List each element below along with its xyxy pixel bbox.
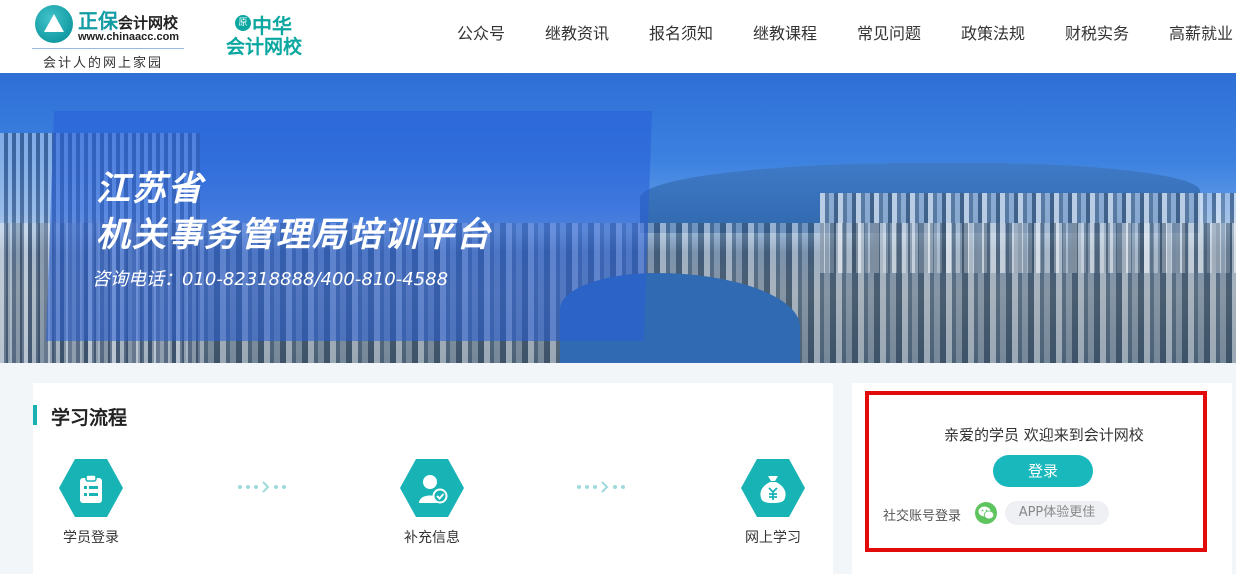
nav-item-faq[interactable]: 常见问题 (857, 20, 921, 44)
hero-banner: 江苏省 机关事务管理局培训平台 咨询电话：010-82318888/400-81… (0, 73, 1236, 363)
user-check-icon (400, 459, 464, 517)
banner-phone: 咨询电话：010-82318888/400-810-4588 (92, 269, 449, 290)
clipboard-icon (59, 459, 123, 517)
step-online-study[interactable]: 网上学习 (723, 459, 823, 559)
learning-process-card: 学习流程 学员登录 补充信息 网上学习 (33, 383, 833, 574)
section-title: 学习流程 (51, 407, 128, 429)
social-login-label: 社交账号登录 (883, 509, 962, 524)
nav-item-policy[interactable]: 政策法规 (961, 20, 1025, 44)
dotted-arrow-icon (577, 481, 625, 493)
login-button[interactable]: 登录 (993, 455, 1093, 487)
logo-slogan: 会计人的网上家园 (43, 56, 164, 71)
step-label: 学员登录 (63, 530, 119, 546)
welcome-text: 亲爱的学员 欢迎来到会计网校 (944, 426, 1144, 444)
banner-title-platform: 机关事务管理局培训平台 (96, 215, 492, 255)
money-bag-icon (741, 459, 805, 517)
section-title-bar (33, 405, 37, 425)
step-label: 补充信息 (404, 530, 460, 546)
logo-divider (32, 48, 184, 49)
nav-item-news[interactable]: 继教资讯 (545, 20, 609, 44)
nav-item-tax[interactable]: 财税实务 (1065, 20, 1129, 44)
app-download-pill[interactable]: APP体验更佳 (1005, 501, 1109, 525)
banner-title-province: 江苏省 (96, 169, 204, 209)
main-nav: 公众号 继教资讯 报名须知 继教课程 常见问题 政策法规 财税实务 高薪就业 (0, 20, 1236, 44)
nav-item-courses[interactable]: 继教课程 (753, 20, 817, 44)
dotted-arrow-icon (238, 481, 286, 493)
step-login[interactable]: 学员登录 (41, 459, 141, 559)
site-header: 正保会计网校 www.chinaacc.com 会计人的网上家园 原 中华 会计… (0, 0, 1236, 73)
wechat-icon[interactable] (975, 502, 997, 524)
step-supplement-info[interactable]: 补充信息 (382, 459, 482, 559)
nav-item-jobs[interactable]: 高薪就业 (1169, 20, 1233, 44)
nav-item-registration[interactable]: 报名须知 (649, 20, 713, 44)
nav-item-wechat[interactable]: 公众号 (457, 20, 505, 44)
step-label: 网上学习 (745, 530, 801, 546)
